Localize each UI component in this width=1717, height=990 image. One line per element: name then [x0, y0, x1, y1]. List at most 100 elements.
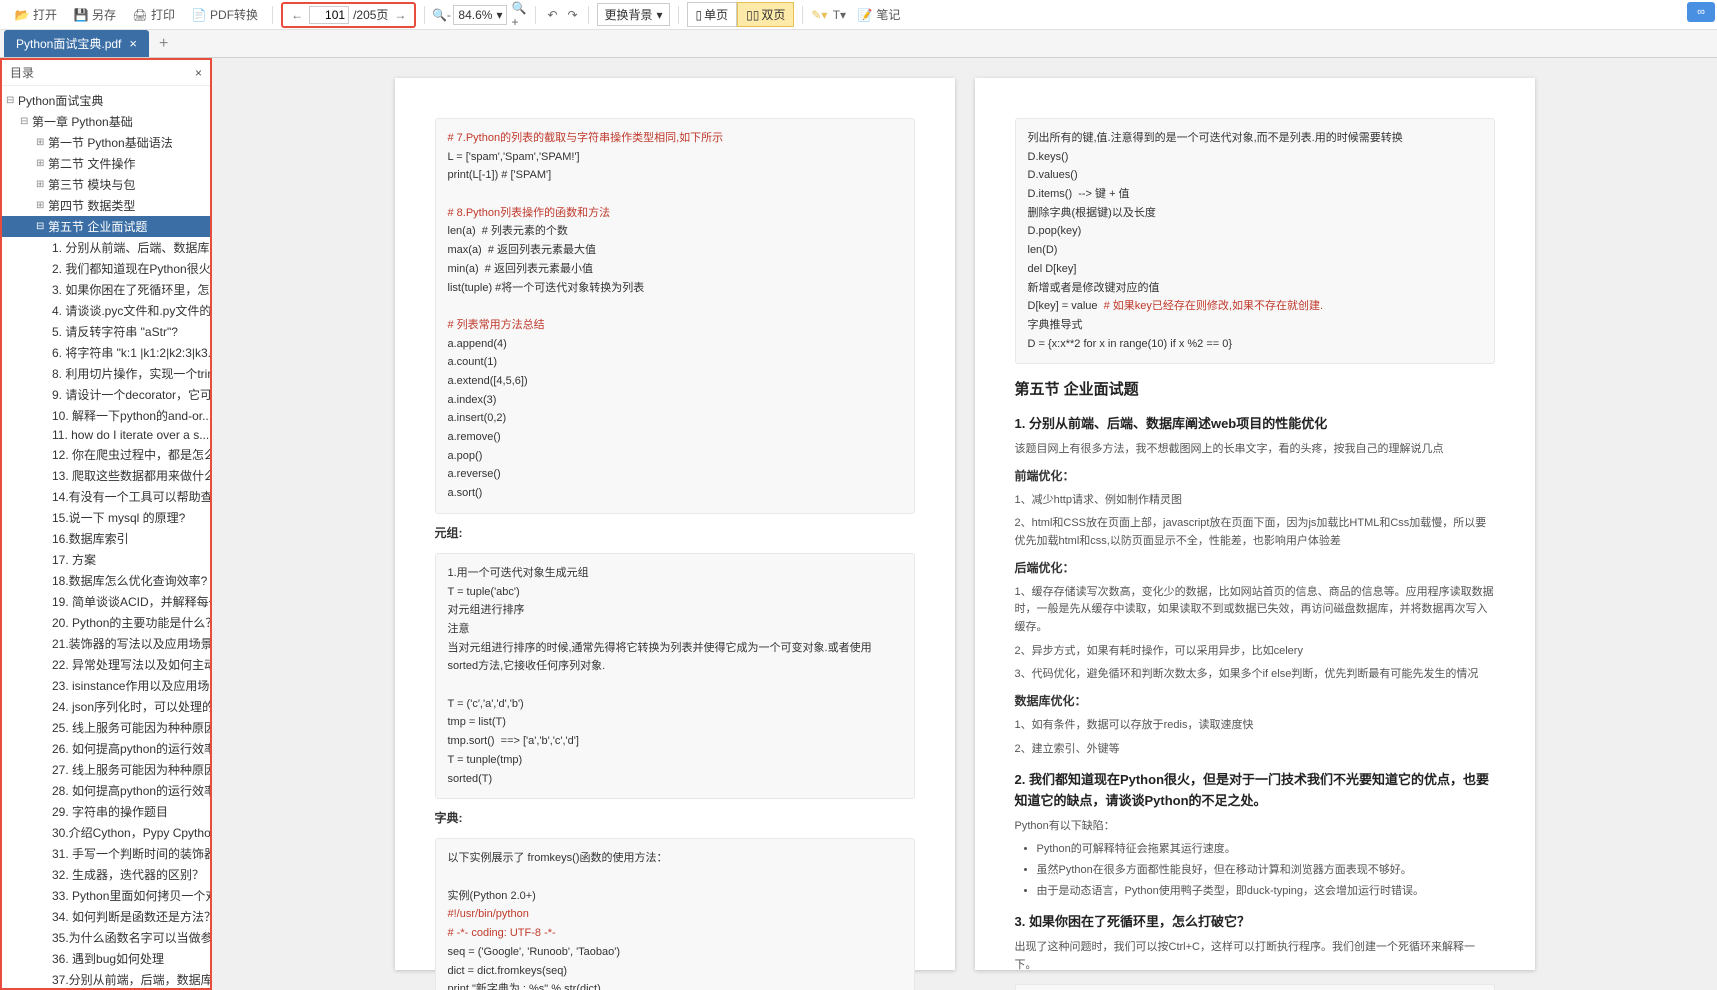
outline-tree[interactable]: ⊟Python面试宝典 ⊟第一章 Python基础 ⊞第一节 Python基础语… — [2, 86, 210, 988]
tree-section-selected[interactable]: ⊟第五节 企业面试题 — [2, 216, 210, 237]
rotate-right-icon[interactable]: ↷ — [564, 7, 580, 23]
subheading: 前端优化： — [1015, 467, 1495, 486]
tree-leaf[interactable]: 21.装饰器的写法以及应用场景... — [2, 633, 210, 654]
code-block: 1.用一个可迭代对象生成元组 T = tuple('abc') 对元组进行排序 … — [435, 553, 915, 799]
tree-leaf[interactable]: 26. 如何提高python的运行效率... — [2, 738, 210, 759]
tree-section[interactable]: ⊞第二节 文件操作 — [2, 153, 210, 174]
tree-leaf[interactable]: 12. 你在爬虫过程中，都是怎么... — [2, 444, 210, 465]
subheading: 数据库优化： — [1015, 692, 1495, 711]
tree-leaf[interactable]: 37.分别从前端，后端，数据库... — [2, 969, 210, 988]
tree-leaf[interactable]: 28. 如何提高python的运行效率... — [2, 780, 210, 801]
tree-root[interactable]: ⊟Python面试宝典 — [2, 90, 210, 111]
tree-leaf[interactable]: 5. 请反转字符串 "aStr"? — [2, 321, 210, 342]
saveas-button[interactable]: 💾另存 — [67, 3, 122, 26]
tree-leaf[interactable]: 3. 如果你困在了死循环里，怎... — [2, 279, 210, 300]
tree-leaf[interactable]: 18.数据库怎么优化查询效率? — [2, 570, 210, 591]
tree-leaf[interactable]: 13. 爬取这些数据都用来做什么... — [2, 465, 210, 486]
add-tab-button[interactable]: + — [149, 31, 178, 57]
tree-leaf[interactable]: 30.介绍Cython，Pypy Cpython... — [2, 822, 210, 843]
tree-leaf[interactable]: 22. 异常处理写法以及如何主动... — [2, 654, 210, 675]
code-block: # 7.Python的列表的截取与字符串操作类型相同,如下所示 L = ['sp… — [435, 118, 915, 514]
tree-section[interactable]: ⊞第三节 模块与包 — [2, 174, 210, 195]
tree-leaf[interactable]: 16.数据库索引 — [2, 528, 210, 549]
tree-leaf[interactable]: 4. 请谈谈.pyc文件和.py文件的... — [2, 300, 210, 321]
zoom-in-icon[interactable]: 🔍+ — [511, 7, 527, 23]
prev-page-icon[interactable]: ← — [289, 7, 305, 23]
tree-leaf[interactable]: 20. Python的主要功能是什么？... — [2, 612, 210, 633]
tree-leaf[interactable]: 6. 将字符串 "k:1 |k1:2|k2:3|k3... — [2, 342, 210, 363]
code-block: 以下实例展示了 fromkeys()函数的使用方法： 实例(Python 2.0… — [435, 838, 915, 990]
document-viewport[interactable]: # 7.Python的列表的截取与字符串操作类型相同,如下所示 L = ['sp… — [212, 58, 1717, 990]
rotate-left-icon[interactable]: ↶ — [544, 7, 560, 23]
paragraph: 1、如有条件，数据可以存放于redis，读取速度快 — [1015, 717, 1495, 735]
print-icon: 🖨 — [132, 7, 148, 23]
tree-leaf[interactable]: 1. 分别从前端、后端、数据库... — [2, 237, 210, 258]
subheading: 后端优化： — [1015, 559, 1495, 578]
close-icon[interactable]: × — [195, 66, 202, 80]
tree-leaf[interactable]: 19. 简单谈谈ACID，并解释每一... — [2, 591, 210, 612]
tree-leaf[interactable]: 9. 请设计一个decorator，它可... — [2, 384, 210, 405]
tree-section[interactable]: ⊞第四节 数据类型 — [2, 195, 210, 216]
main-toolbar: 📂打开 💾另存 🖨打印 📄PDF转换 ← /205页 → 🔍- 84.6%▾ 🔍… — [0, 0, 1717, 30]
zoom-select[interactable]: 84.6%▾ — [453, 5, 507, 25]
single-page-button[interactable]: ▯单页 — [687, 2, 738, 27]
chevron-down-icon: ▾ — [496, 8, 502, 22]
tree-section[interactable]: ⊞第一节 Python基础语法 — [2, 132, 210, 153]
subheading: 字典: — [435, 809, 915, 828]
page-right: 列出所有的键,值.注意得到的是一个可迭代对象,而不是列表.用的时候需要转换 D.… — [975, 78, 1535, 970]
tree-leaf[interactable]: 36. 遇到bug如何处理 — [2, 948, 210, 969]
note-button[interactable]: 📝笔记 — [851, 3, 906, 26]
subheading: 元组: — [435, 524, 915, 543]
tree-leaf[interactable]: 17. 方案 — [2, 549, 210, 570]
pdf-convert-button[interactable]: 📄PDF转换 — [185, 3, 264, 26]
tree-leaf[interactable]: 33. Python里面如何拷贝一个对... — [2, 885, 210, 906]
tree-leaf[interactable]: 29. 字符串的操作题目 — [2, 801, 210, 822]
close-icon[interactable]: × — [129, 36, 137, 51]
question-title: 1. 分别从前端、后端、数据库阐述web项目的性能优化 — [1015, 414, 1495, 435]
outline-sidebar: 目录 × ⊟Python面试宝典 ⊟第一章 Python基础 ⊞第一节 Pyth… — [0, 58, 212, 990]
open-button[interactable]: 📂打开 — [8, 3, 63, 26]
double-page-icon: ▯▯ — [746, 8, 759, 22]
background-select[interactable]: 更换背景▾ — [597, 3, 669, 26]
double-page-button[interactable]: ▯▯双页 — [737, 2, 794, 27]
section-title: 第五节 企业面试题 — [1015, 378, 1495, 402]
tree-leaf[interactable]: 8. 利用切片操作，实现一个trim... — [2, 363, 210, 384]
tree-leaf[interactable]: 14.有没有一个工具可以帮助查... — [2, 486, 210, 507]
document-tab[interactable]: Python面试宝典.pdf × — [4, 30, 149, 57]
app-badge-icon[interactable]: ∞ — [1687, 2, 1715, 22]
code-block: >>> def counterfunc(n): while(n==7):prin… — [1015, 984, 1495, 990]
tree-leaf[interactable]: 15.说一下 mysql 的原理? — [2, 507, 210, 528]
tree-leaf[interactable]: 10. 解释一下python的and-or... — [2, 405, 210, 426]
text-tool-icon[interactable]: T▾ — [831, 7, 847, 23]
zoom-out-icon[interactable]: 🔍- — [433, 7, 449, 23]
page-number-input[interactable] — [309, 6, 349, 24]
paragraph: 出现了这种问题时，我们可以按Ctrl+C，这样可以打断执行程序。我们创建一个死循… — [1015, 939, 1495, 974]
print-button[interactable]: 🖨打印 — [126, 3, 181, 26]
tree-leaf[interactable]: 2. 我们都知道现在Python很火... — [2, 258, 210, 279]
tree-leaf[interactable]: 31. 手写一个判断时间的装饰器... — [2, 843, 210, 864]
page-navigation: ← /205页 → — [281, 2, 416, 28]
page-total-label: /205页 — [353, 6, 388, 23]
next-page-icon[interactable]: → — [392, 7, 408, 23]
tree-leaf[interactable]: 25. 线上服务可能因为种种原因... — [2, 717, 210, 738]
tree-leaf[interactable]: 23. isinstance作用以及应用场... — [2, 675, 210, 696]
note-icon: 📝 — [857, 7, 873, 23]
tree-leaf[interactable]: 32. 生成器，迭代器的区别？ — [2, 864, 210, 885]
tree-leaf[interactable]: 24. json序列化时，可以处理的... — [2, 696, 210, 717]
tree-chapter[interactable]: ⊟第一章 Python基础 — [2, 111, 210, 132]
paragraph: 1、缓存存储读写次数高，变化少的数据，比如网站首页的信息、商品的信息等。应用程序… — [1015, 584, 1495, 637]
sidebar-header: 目录 × — [2, 60, 210, 86]
tree-leaf[interactable]: 27. 线上服务可能因为种种原因... — [2, 759, 210, 780]
paragraph: 2、html和CSS放在页面上部，javascript放在页面下面，因为js加载… — [1015, 515, 1495, 550]
tree-leaf[interactable]: 11. how do I iterate over a s... — [2, 426, 210, 444]
page-left: # 7.Python的列表的截取与字符串操作类型相同,如下所示 L = ['sp… — [395, 78, 955, 970]
paragraph: 2、建立索引、外键等 — [1015, 741, 1495, 759]
question-title: 2. 我们都知道现在Python很火，但是对于一门技术我们不光要知道它的优点，也… — [1015, 770, 1495, 812]
highlight-icon[interactable]: ✎▾ — [811, 7, 827, 23]
paragraph: 2、异步方式，如果有耗时操作，可以采用异步，比如celery — [1015, 643, 1495, 661]
tree-leaf[interactable]: 35.为什么函数名字可以当做参... — [2, 927, 210, 948]
paragraph: Python有以下缺陷： — [1015, 818, 1495, 836]
tree-leaf[interactable]: 34. 如何判断是函数还是方法？... — [2, 906, 210, 927]
view-mode-group: ▯单页 ▯▯双页 — [687, 2, 795, 27]
tab-bar: Python面试宝典.pdf × + — [0, 30, 1717, 58]
